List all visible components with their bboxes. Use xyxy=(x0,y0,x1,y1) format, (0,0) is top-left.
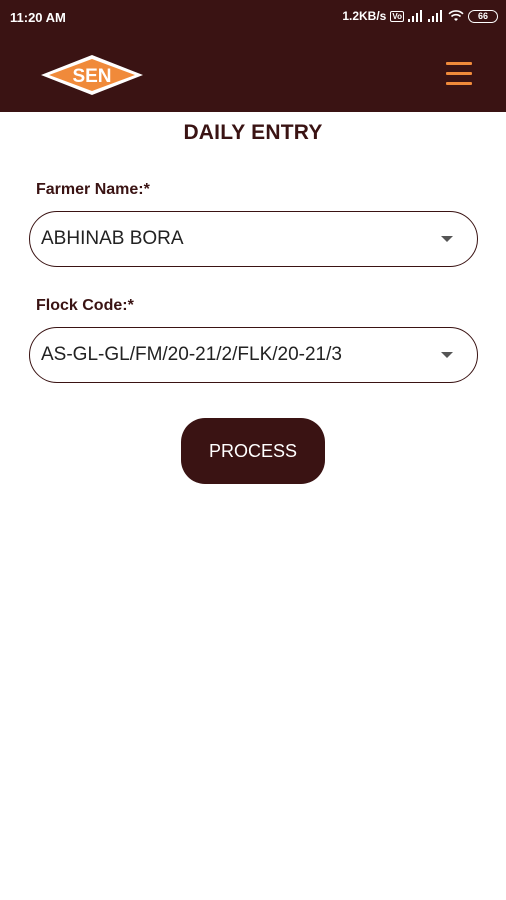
signal-icon-2 xyxy=(428,10,442,22)
network-speed: 1.2KB/s xyxy=(342,9,387,23)
signal-icon xyxy=(408,10,422,22)
status-bar: 11:20 AM 1.2KB/s Vo 66 xyxy=(0,0,506,34)
flock-code-select[interactable]: AS-GL-GL/FM/20-21/2/FLK/20-21/3 xyxy=(29,327,478,383)
farmer-name-select[interactable]: ABHINAB BORA xyxy=(29,211,478,267)
flock-code-label: Flock Code:* xyxy=(36,297,134,314)
screen: 11:20 AM 1.2KB/s Vo 66 SEN DAILY ENTRY F… xyxy=(0,0,506,900)
dropdown-caret-icon xyxy=(441,236,453,242)
farmer-name-value: ABHINAB BORA xyxy=(41,228,184,249)
battery-icon: 66 xyxy=(468,9,498,23)
volte-icon: Vo xyxy=(390,10,404,22)
page-title: DAILY ENTRY xyxy=(183,121,323,144)
status-indicators: 1.2KB/s Vo 66 xyxy=(342,9,498,23)
hamburger-menu-icon[interactable] xyxy=(446,60,472,88)
app-header: 11:20 AM 1.2KB/s Vo 66 SEN xyxy=(0,0,506,112)
farmer-name-label: Farmer Name:* xyxy=(36,181,150,198)
dropdown-caret-icon xyxy=(441,352,453,358)
status-time: 11:20 AM xyxy=(10,10,66,25)
process-button[interactable]: PROCESS xyxy=(181,418,325,484)
sen-logo: SEN xyxy=(41,55,143,95)
wifi-icon xyxy=(448,10,464,21)
logo-text: SEN xyxy=(72,66,111,87)
flock-code-value: AS-GL-GL/FM/20-21/2/FLK/20-21/3 xyxy=(41,344,342,365)
